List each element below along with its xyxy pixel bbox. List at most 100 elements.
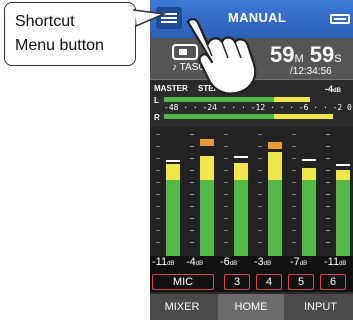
meter-tick (258, 194, 262, 195)
meter-tick (326, 182, 330, 183)
meter-tick (156, 242, 160, 243)
meter-tick (258, 242, 262, 243)
seconds: 59 (309, 42, 335, 67)
channel-meter-1 (166, 134, 180, 256)
meter-tick (326, 218, 330, 219)
meter-yellow (234, 163, 248, 180)
meter-green (234, 180, 248, 256)
meter-tick (292, 230, 296, 231)
meter-green (200, 180, 214, 256)
left-meter-bar (164, 97, 342, 102)
channel-level-value: -11dB (152, 256, 175, 268)
hand-pointer-icon (186, 18, 257, 95)
callout-subtitle: Menu button (15, 37, 104, 54)
meter-tick (224, 242, 228, 243)
peak-hold (336, 164, 350, 166)
channel-level-value: -7dB (290, 256, 308, 268)
peak-hold (302, 159, 316, 161)
meter-tick (190, 194, 194, 195)
meter-tick (326, 194, 330, 195)
meter-tick (190, 134, 194, 135)
meter-tick (224, 182, 228, 183)
meter-tick (190, 206, 194, 207)
meter-tick (156, 134, 160, 135)
meter-tick (292, 158, 296, 159)
meter-tick (156, 230, 160, 231)
meter-yellow (302, 168, 316, 180)
meter-tick (258, 218, 262, 219)
meter-tick (190, 170, 194, 171)
meter-tick (190, 230, 194, 231)
meter-tick (292, 218, 296, 219)
tab-input[interactable]: INPUT (288, 294, 353, 320)
meter-tick (224, 230, 228, 231)
remaining-time: 59M 59S (270, 42, 342, 68)
meter-tick (326, 242, 330, 243)
meter-yellow (336, 170, 350, 180)
channel-meter-2 (200, 134, 214, 256)
meter-tick (156, 194, 160, 195)
meter-tick (292, 242, 296, 243)
meter-tick (292, 134, 296, 135)
meter-tick (224, 218, 228, 219)
meter-tick (292, 194, 296, 195)
meter-yellow (268, 152, 282, 180)
minutes: 59 (270, 42, 295, 67)
callout-title: Shortcut (15, 13, 75, 30)
meter-tick (224, 194, 228, 195)
meter-tick (190, 182, 194, 183)
battery-icon (330, 14, 350, 24)
input-button-6[interactable]: 6 (320, 274, 346, 290)
meter-tick (224, 170, 228, 171)
meter-tick (326, 206, 330, 207)
meter-scale: -48 · · -24 · · · -12 · · · -6 · · -2 0 (164, 103, 352, 112)
master-level: -4dB (325, 84, 342, 94)
meter-tick (156, 206, 160, 207)
meter-green (336, 180, 350, 256)
meter-tick (258, 146, 262, 147)
meter-tick (292, 146, 296, 147)
callout-box: Shortcut Menu button (4, 2, 136, 66)
channel-meter-3 (234, 134, 248, 256)
bottom-tabs: MIXER HOME INPUT (150, 294, 353, 320)
tab-home[interactable]: HOME (218, 294, 284, 320)
meter-yellow (200, 156, 214, 180)
channel-level-value: -6dB (220, 256, 238, 268)
right-meter-bar (164, 114, 342, 119)
channel-level-value: -3dB (254, 256, 272, 268)
meter-tick (326, 170, 330, 171)
meter-tick (258, 134, 262, 135)
input-buttons: MIC 3 4 5 6 (150, 272, 353, 292)
meter-tick (258, 230, 262, 231)
meter-tick (156, 158, 160, 159)
input-button-5[interactable]: 5 (288, 274, 314, 290)
channel-meter-6 (336, 134, 350, 256)
minutes-unit: M (294, 53, 304, 65)
peak-hold (166, 160, 180, 162)
meter-tick (156, 182, 160, 183)
meter-tick (258, 158, 262, 159)
channel-level-value: -11dB (324, 256, 347, 268)
meter-tick (190, 146, 194, 147)
meter-green (302, 180, 316, 256)
meter-tick (326, 146, 330, 147)
tab-mixer[interactable]: MIXER (150, 294, 214, 320)
meter-tick (292, 206, 296, 207)
meter-yellow (166, 164, 180, 180)
channel-meter-5 (302, 134, 316, 256)
channel-meter-4 (268, 134, 282, 256)
meter-tick (190, 158, 194, 159)
peak-hold (268, 142, 282, 149)
meter-tick (258, 170, 262, 171)
meter-tick (292, 170, 296, 171)
meter-tick (190, 218, 194, 219)
input-button-4[interactable]: 4 (256, 274, 282, 290)
input-button-mic[interactable]: MIC (152, 274, 214, 290)
meter-tick (224, 134, 228, 135)
total-time: /12:34:56 (290, 66, 332, 77)
meter-tick (326, 230, 330, 231)
input-button-3[interactable]: 3 (224, 274, 250, 290)
callout-pointer (132, 9, 167, 28)
meter-tick (326, 134, 330, 135)
meter-tick (258, 206, 262, 207)
